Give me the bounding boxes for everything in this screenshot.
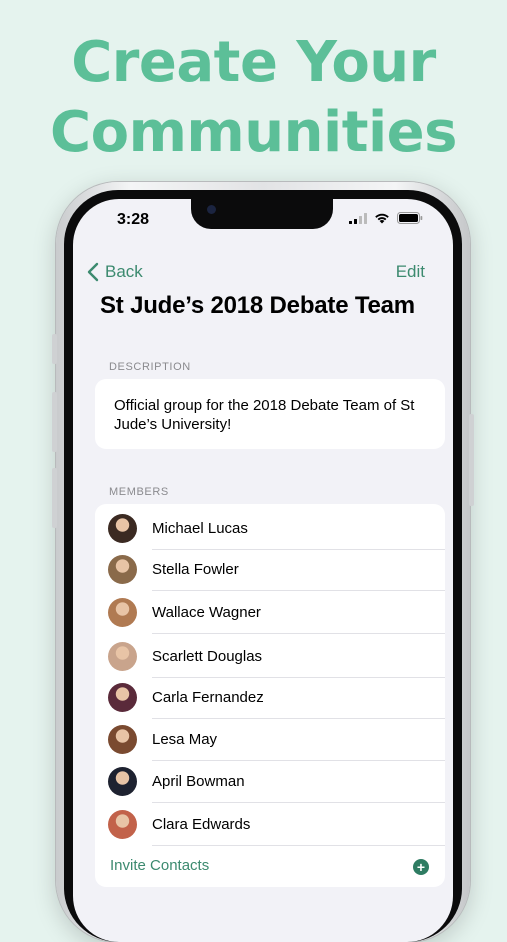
avatar xyxy=(108,767,137,796)
row-divider xyxy=(152,845,445,846)
description-header: DESCRIPTION xyxy=(109,361,191,373)
avatar xyxy=(108,598,137,627)
headline-line-2: Communities xyxy=(50,100,457,165)
mute-switch xyxy=(52,334,57,364)
add-icon[interactable]: + xyxy=(413,859,429,875)
member-name: Clara Edwards xyxy=(152,816,251,833)
avatar xyxy=(108,642,137,671)
member-row[interactable]: Michael Lucas xyxy=(95,507,445,550)
back-label: Back xyxy=(105,262,143,281)
member-name: Stella Fowler xyxy=(152,561,239,578)
members-header: MEMBERS xyxy=(109,486,169,498)
battery-icon xyxy=(397,212,423,224)
avatar xyxy=(108,810,137,839)
description-card: Official group for the 2018 Debate Team … xyxy=(95,379,445,449)
member-name: Lesa May xyxy=(152,731,218,748)
status-time: 3:28 xyxy=(117,211,150,228)
avatar xyxy=(108,514,137,543)
member-row[interactable]: Carla Fernandez xyxy=(95,676,445,719)
member-name: April Bowman xyxy=(152,773,245,790)
avatar xyxy=(108,555,137,584)
phone-screen: 3:28 Back Edit St Jude’s 2018 Debate Tea… xyxy=(73,199,453,942)
member-row[interactable]: April Bowman xyxy=(95,760,445,803)
avatar xyxy=(108,725,137,754)
wifi-icon xyxy=(375,213,389,224)
member-row[interactable]: Lesa May xyxy=(95,718,445,761)
phone-frame: 3:28 Back Edit St Jude’s 2018 Debate Tea… xyxy=(52,182,474,942)
headline: Create Your Communities xyxy=(0,28,507,168)
volume-down-button xyxy=(52,468,57,528)
member-name: Michael Lucas xyxy=(152,520,248,537)
member-row[interactable]: Wallace Wagner xyxy=(95,591,445,634)
phone-bezel: 3:28 Back Edit St Jude’s 2018 Debate Tea… xyxy=(64,190,462,942)
member-name: Scarlett Douglas xyxy=(152,648,263,665)
member-row[interactable]: Scarlett Douglas xyxy=(95,635,445,678)
edit-button[interactable]: Edit xyxy=(396,262,425,282)
member-row[interactable]: Stella Fowler xyxy=(95,548,445,591)
power-button xyxy=(469,414,474,506)
status-icons xyxy=(349,212,423,224)
page-title: St Jude’s 2018 Debate Team xyxy=(100,292,415,319)
volume-up-button xyxy=(52,392,57,452)
members-card: Michael Lucas Stella Fowler Wallace Wagner… xyxy=(95,504,445,887)
row-divider xyxy=(152,633,445,634)
avatar xyxy=(108,683,137,712)
description-text: Official group for the 2018 Debate Team … xyxy=(114,397,415,433)
notch xyxy=(191,199,333,229)
chevron-left-icon xyxy=(87,262,99,282)
member-name: Carla Fernandez xyxy=(152,689,264,706)
member-row[interactable]: Clara Edwards xyxy=(95,803,445,846)
back-button[interactable]: Back xyxy=(87,262,143,282)
member-name: Wallace Wagner xyxy=(152,604,261,621)
camera-icon xyxy=(207,205,216,214)
headline-line-1: Create Your xyxy=(71,30,436,95)
invite-contacts-link[interactable]: Invite Contacts xyxy=(110,857,209,874)
signal-icon xyxy=(349,212,367,224)
